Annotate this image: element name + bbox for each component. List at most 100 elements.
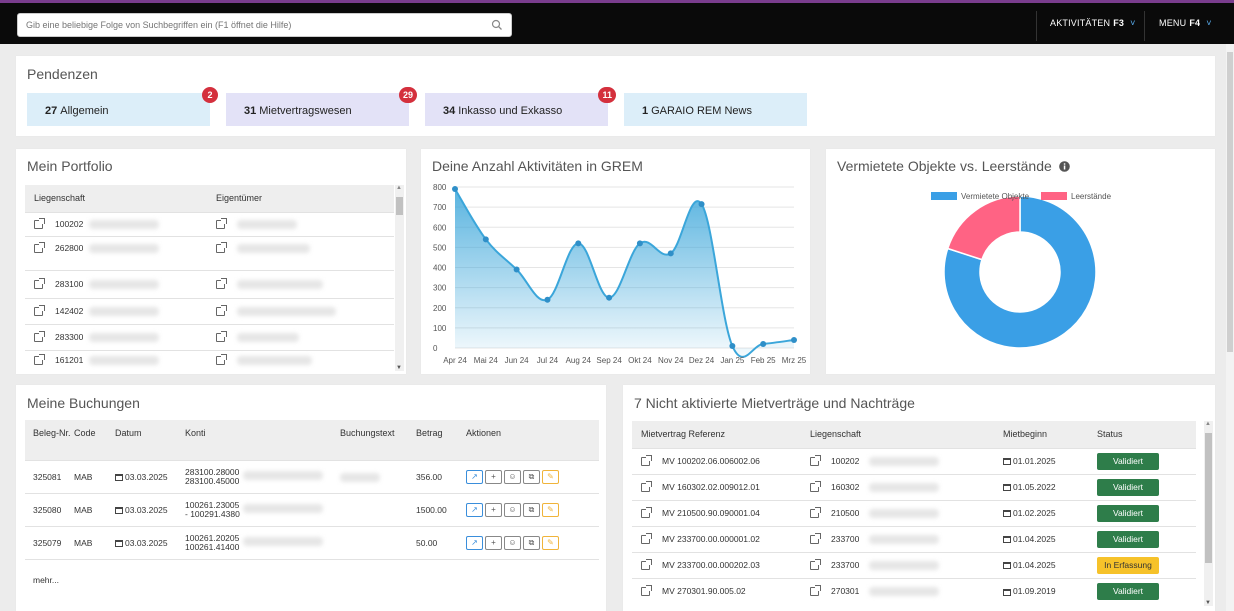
external-link-icon[interactable] xyxy=(810,481,821,493)
external-link-icon[interactable] xyxy=(34,218,45,230)
table-row[interactable]: 283300 xyxy=(25,323,394,350)
copy-button[interactable]: ⧉ xyxy=(523,502,540,517)
external-link-icon[interactable] xyxy=(810,507,821,519)
external-link-icon[interactable] xyxy=(216,354,227,366)
scroll-down-icon[interactable]: ▼ xyxy=(396,365,402,371)
external-link-icon[interactable] xyxy=(216,278,227,290)
mv-referenz[interactable]: MV 233700.00.000202.03 xyxy=(662,560,760,570)
external-link-icon[interactable] xyxy=(34,278,45,290)
search-input[interactable] xyxy=(18,14,478,36)
external-link-icon[interactable] xyxy=(641,481,652,493)
page-scroll-thumb[interactable] xyxy=(1227,52,1233,352)
edit-note-button[interactable]: ✎ xyxy=(542,535,559,550)
table-row[interactable]: 142402 xyxy=(25,297,394,324)
table-row[interactable]: MV 233700.00.000001.02 233700 01.04.2025 Va… xyxy=(632,525,1196,552)
external-link-icon[interactable] xyxy=(810,585,821,597)
external-link-icon[interactable] xyxy=(810,559,821,571)
data-point[interactable] xyxy=(636,240,643,247)
edit-note-button[interactable]: ✎ xyxy=(542,502,559,517)
liegenschaft-number[interactable]: 100202 xyxy=(55,219,83,229)
table-row[interactable]: 325081 MAB 03.03.2025 283100.28000 283100.45… xyxy=(25,459,599,493)
table-row[interactable]: MV 233700.00.000202.03 233700 01.04.2025 In… xyxy=(632,551,1196,578)
data-point[interactable] xyxy=(698,201,705,208)
pendenz-card[interactable]: 31 Mietvertragswesen 29 xyxy=(226,87,417,126)
liegenschaft-number[interactable]: 210500 xyxy=(831,508,859,518)
search-icon[interactable] xyxy=(491,19,503,31)
data-point[interactable] xyxy=(513,266,520,273)
more-link[interactable]: mehr... xyxy=(25,559,599,585)
external-link-icon[interactable] xyxy=(641,455,652,467)
scroll-up-icon[interactable]: ▲ xyxy=(396,185,402,191)
liegenschaft-number[interactable]: 233700 xyxy=(831,560,859,570)
add-button[interactable]: + xyxy=(485,535,502,550)
data-point[interactable] xyxy=(606,294,613,301)
user-button[interactable]: ☺ xyxy=(504,469,521,484)
add-button[interactable]: + xyxy=(485,502,502,517)
data-point[interactable] xyxy=(452,186,458,193)
scroll-thumb[interactable] xyxy=(396,197,403,215)
data-point[interactable] xyxy=(667,250,674,257)
table-row[interactable]: MV 100202.06.006002.06 100202 01.01.2025 Va… xyxy=(632,447,1196,474)
data-point[interactable] xyxy=(575,240,582,247)
table-row[interactable]: 161201 xyxy=(25,349,394,370)
liegenschaft-number[interactable]: 160302 xyxy=(831,482,859,492)
main-menu-button[interactable]: MENU F4 ˅ xyxy=(1159,18,1212,28)
table-row[interactable]: MV 270301.90.005.02 270301 01.09.2019 Valid… xyxy=(632,577,1196,604)
pendenz-card[interactable]: 27 Allgemein 2 xyxy=(27,87,218,126)
edit-button[interactable]: ↗ xyxy=(466,535,483,550)
edit-button[interactable]: ↗ xyxy=(466,502,483,517)
user-button[interactable]: ☺ xyxy=(504,535,521,550)
liegenschaft-number[interactable]: 161201 xyxy=(55,355,83,365)
external-link-icon[interactable] xyxy=(641,533,652,545)
data-point[interactable] xyxy=(482,236,489,243)
pendenz-card[interactable]: 34 Inkasso und Exkasso 11 xyxy=(425,87,616,126)
mv-referenz[interactable]: MV 233700.00.000001.02 xyxy=(662,534,760,544)
table-row[interactable]: 262800 xyxy=(25,235,394,270)
data-point[interactable] xyxy=(760,340,767,347)
external-link-icon[interactable] xyxy=(810,455,821,467)
page-scrollbar[interactable] xyxy=(1226,44,1234,611)
mv-referenz[interactable]: MV 270301.90.005.02 xyxy=(662,586,746,596)
scroll-down-icon[interactable]: ▼ xyxy=(1205,600,1211,606)
legend-label[interactable]: Vermietete Objekte xyxy=(961,192,1030,201)
liegenschaft-number[interactable]: 262800 xyxy=(55,243,83,253)
edit-button[interactable]: ↗ xyxy=(466,469,483,484)
scroll-up-icon[interactable]: ▲ xyxy=(1205,421,1211,427)
portfolio-scrollbar[interactable]: ▲ ▼ xyxy=(395,185,404,371)
data-point[interactable] xyxy=(544,296,551,303)
external-link-icon[interactable] xyxy=(216,305,227,317)
pendenz-card[interactable]: 1 GARAIO REM News xyxy=(624,93,807,126)
search-box[interactable] xyxy=(17,13,512,37)
edit-note-button[interactable]: ✎ xyxy=(542,469,559,484)
liegenschaft-number[interactable]: 233700 xyxy=(831,534,859,544)
external-link-icon[interactable] xyxy=(641,559,652,571)
legend-label[interactable]: Leerstände xyxy=(1071,192,1112,201)
table-row[interactable]: 325080 MAB 03.03.2025 100261.23005- 100291.… xyxy=(25,492,599,526)
table-row[interactable]: 100202 xyxy=(25,211,394,236)
table-row[interactable]: 283100 xyxy=(25,269,394,298)
table-row[interactable]: MV 160302.02.009012.01 160302 01.05.2022 Va… xyxy=(632,473,1196,500)
activities-menu-button[interactable]: AKTIVITÄTEN F3 ˅ xyxy=(1050,18,1136,28)
liegenschaft-number[interactable]: 100202 xyxy=(831,456,859,466)
table-row[interactable]: 325079 MAB 03.03.2025 100261.20205 100261.41… xyxy=(25,525,599,559)
mv-referenz[interactable]: MV 100202.06.006002.06 xyxy=(662,456,760,466)
scroll-thumb[interactable] xyxy=(1205,433,1212,563)
external-link-icon[interactable] xyxy=(641,585,652,597)
liegenschaft-number[interactable]: 283100 xyxy=(55,279,83,289)
external-link-icon[interactable] xyxy=(216,331,227,343)
mv-referenz[interactable]: MV 210500.90.090001.04 xyxy=(662,508,760,518)
external-link-icon[interactable] xyxy=(34,331,45,343)
external-link-icon[interactable] xyxy=(216,218,227,230)
external-link-icon[interactable] xyxy=(641,507,652,519)
external-link-icon[interactable] xyxy=(34,241,45,253)
table-row[interactable]: MV 210500.90.090001.04 210500 01.02.2025 Va… xyxy=(632,499,1196,526)
liegenschaft-number[interactable]: 270301 xyxy=(831,586,859,596)
external-link-icon[interactable] xyxy=(810,533,821,545)
external-link-icon[interactable] xyxy=(34,354,45,366)
external-link-icon[interactable] xyxy=(34,305,45,317)
liegenschaft-number[interactable]: 283300 xyxy=(55,332,83,342)
copy-button[interactable]: ⧉ xyxy=(523,469,540,484)
liegenschaft-number[interactable]: 142402 xyxy=(55,306,83,316)
user-button[interactable]: ☺ xyxy=(504,502,521,517)
mietvertraege-scrollbar[interactable]: ▲ ▼ xyxy=(1204,421,1213,606)
